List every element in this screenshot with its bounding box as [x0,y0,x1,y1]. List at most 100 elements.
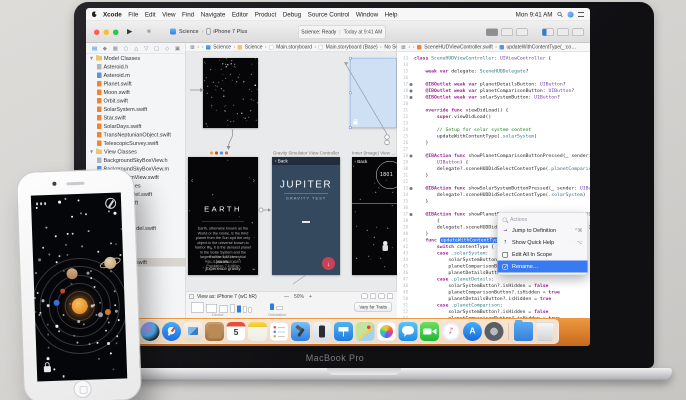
back-icon[interactable]: ‹ [197,45,199,51]
connection-well-icon[interactable] [410,187,413,190]
align-constraints-icon[interactable] [362,294,368,300]
back-button[interactable]: ‹ Back [272,157,340,165]
navigator-toggle-button[interactable] [542,29,554,37]
embed-stack-icon[interactable] [387,294,393,300]
file-moon-swift[interactable]: Moon.swift [86,88,186,97]
file-star-swift[interactable]: Star.swift [86,114,186,123]
file-asteroid-m[interactable]: Asteroid.m [86,71,186,80]
landscape-icon[interactable] [277,306,284,310]
file-orbit-swift[interactable]: Orbit.swift [86,97,186,106]
scene-selected[interactable] [350,58,397,128]
saturn[interactable] [104,257,116,269]
dock-downloads-icon[interactable] [514,322,533,341]
scene-title-moon[interactable]: Inner (Image) View Con… [352,151,397,156]
dock-facetime-icon[interactable] [420,322,439,341]
find-navigator-icon[interactable]: ○ [124,45,129,52]
inspectors-toggle-button[interactable] [572,29,584,37]
scene-gravity-test[interactable]: ‹ Back JUPITER GRAVITY TEST ↓ [272,157,340,275]
menu-item-jump-to-definition[interactable]: →Jump to Definition^⌘ [498,225,588,237]
menu-item-edit-all-in-scope[interactable]: Edit All In Scope [498,249,588,261]
vary-for-traits-button[interactable]: Vary for Traits [354,303,392,312]
menubar-clock[interactable]: Mon 9:41 AM [516,11,553,18]
forward-icon[interactable]: › [202,45,204,51]
storyboard-canvas[interactable]: Gravity Simulator View Controller Inner … [186,52,397,291]
tests-navigator-icon[interactable]: ▽ [144,45,148,52]
device-iphone-4s[interactable] [249,308,252,313]
menu-item-rename-[interactable]: Rename… [498,261,588,273]
zoom-button[interactable] [113,30,119,36]
drop-button[interactable]: ↓ [322,257,335,270]
file-telescopicsurvey-swift[interactable]: TelescopicSurvey.swift [86,139,186,148]
breadcrumb-updatewithcontenttype-co-[interactable]: updateWithContentType(_:co… [506,45,576,51]
breadcrumb-main-storyboard[interactable]: Main.storyboard [276,45,312,51]
issues-navigator-icon[interactable]: △ [134,45,138,52]
device-ipad-pro[interactable] [191,303,204,313]
dock-maps-icon[interactable] [356,322,375,341]
menu-debug[interactable]: Debug [283,11,301,18]
forward-icon[interactable]: › [413,45,415,51]
portrait-icon[interactable] [270,304,274,311]
disclosure-icon[interactable]: ▼ [90,150,94,155]
minimize-button[interactable] [104,30,110,36]
dock-calendar-icon[interactable]: 5 [227,322,246,341]
debug-navigator-icon[interactable]: ▢ [154,45,159,52]
assistant-editor-button[interactable] [501,29,513,37]
iphone-screen[interactable] [31,192,127,381]
dock-contacts-icon[interactable] [205,322,224,341]
device-iphone-plus[interactable] [230,305,235,313]
dock-photos-icon[interactable] [377,322,396,341]
menu-xcode[interactable]: Xcode [103,11,122,18]
grid-dots-icon[interactable] [36,202,46,205]
dock-system-preferences-icon[interactable] [485,322,504,341]
scene-earth-details[interactable]: ‹ › EARTH Earth, otherwise known as the … [188,157,258,275]
menu-product[interactable]: Product [255,11,277,18]
dock-xcode-icon[interactable] [291,322,310,341]
experience-gravity-link[interactable]: Experience gravity [188,266,258,271]
connection-well-icon[interactable] [410,96,413,99]
moon[interactable] [77,320,80,323]
dock-siri-icon[interactable] [141,322,160,341]
breadcrumb-scenehudviewcontroller-swift[interactable]: SceneHUDViewController.swift [424,45,493,51]
pin-constraints-icon[interactable] [370,294,376,300]
next-planet-icon[interactable]: › [253,176,255,184]
scene-title-jupiter[interactable]: Gravity Simulator View Controller [272,151,340,156]
file-backgroundskyboxview-h[interactable]: BackgroundSkyBoxView.h [86,156,186,165]
connection-well-icon[interactable] [410,83,413,86]
back-button[interactable]: ‹ Back [355,159,368,164]
file-planet-swift[interactable]: Planet.swift [86,80,186,89]
dock-trash-icon[interactable] [536,322,555,341]
connection-well-icon[interactable] [410,89,413,92]
compass-icon[interactable] [105,198,116,209]
notification-center-icon[interactable] [578,12,584,17]
version-editor-button[interactable] [516,29,528,37]
related-items-icon[interactable]: ▦ [190,45,195,51]
canvas-grid-icon[interactable] [189,294,194,299]
run-button[interactable]: ▶ [127,27,132,36]
project-navigator-icon[interactable]: ▤ [92,45,97,52]
menu-window[interactable]: Window [356,11,378,18]
device-ipad-mini[interactable] [219,306,228,313]
device-iphone-se[interactable] [243,307,247,313]
previous-planet-icon[interactable]: ‹ [191,176,193,184]
zoom-out-button[interactable]: — [284,294,289,300]
resolve-autolayout-icon[interactable] [379,294,385,300]
scheme-selector[interactable]: Science › iPhone 7 Plus [170,28,247,35]
menu-view[interactable]: View [162,11,175,18]
apple-menu-icon[interactable] [92,12,97,18]
device-ipad[interactable] [206,304,217,313]
zoom-in-button[interactable]: + [309,294,312,300]
mercury[interactable] [98,312,103,317]
group-model-classes[interactable]: ▼Model Classes [86,54,186,63]
back-icon[interactable]: ‹ [408,45,410,51]
dock-reminders-icon[interactable] [270,322,289,341]
file-solarsystem-swift[interactable]: SolarSystem.swift [86,105,186,114]
scene-moon-image[interactable]: ‹ Back 1801 [352,157,397,275]
code-area[interactable]: 13class SceneHUDViewController: UIViewCo… [397,52,590,318]
breadcrumb-main-storyboard-base-[interactable]: Main.storyboard (Base) [326,45,378,51]
reports-navigator-icon[interactable]: ▣ [175,45,180,52]
file-solardays-swift[interactable]: SolarDays.swift [86,122,186,131]
standard-editor-button[interactable] [486,29,498,37]
scene-skybox[interactable] [203,58,258,128]
file-asteroid-h[interactable]: Asteroid.h [86,63,186,72]
dock-keynote-icon[interactable] [334,322,353,341]
